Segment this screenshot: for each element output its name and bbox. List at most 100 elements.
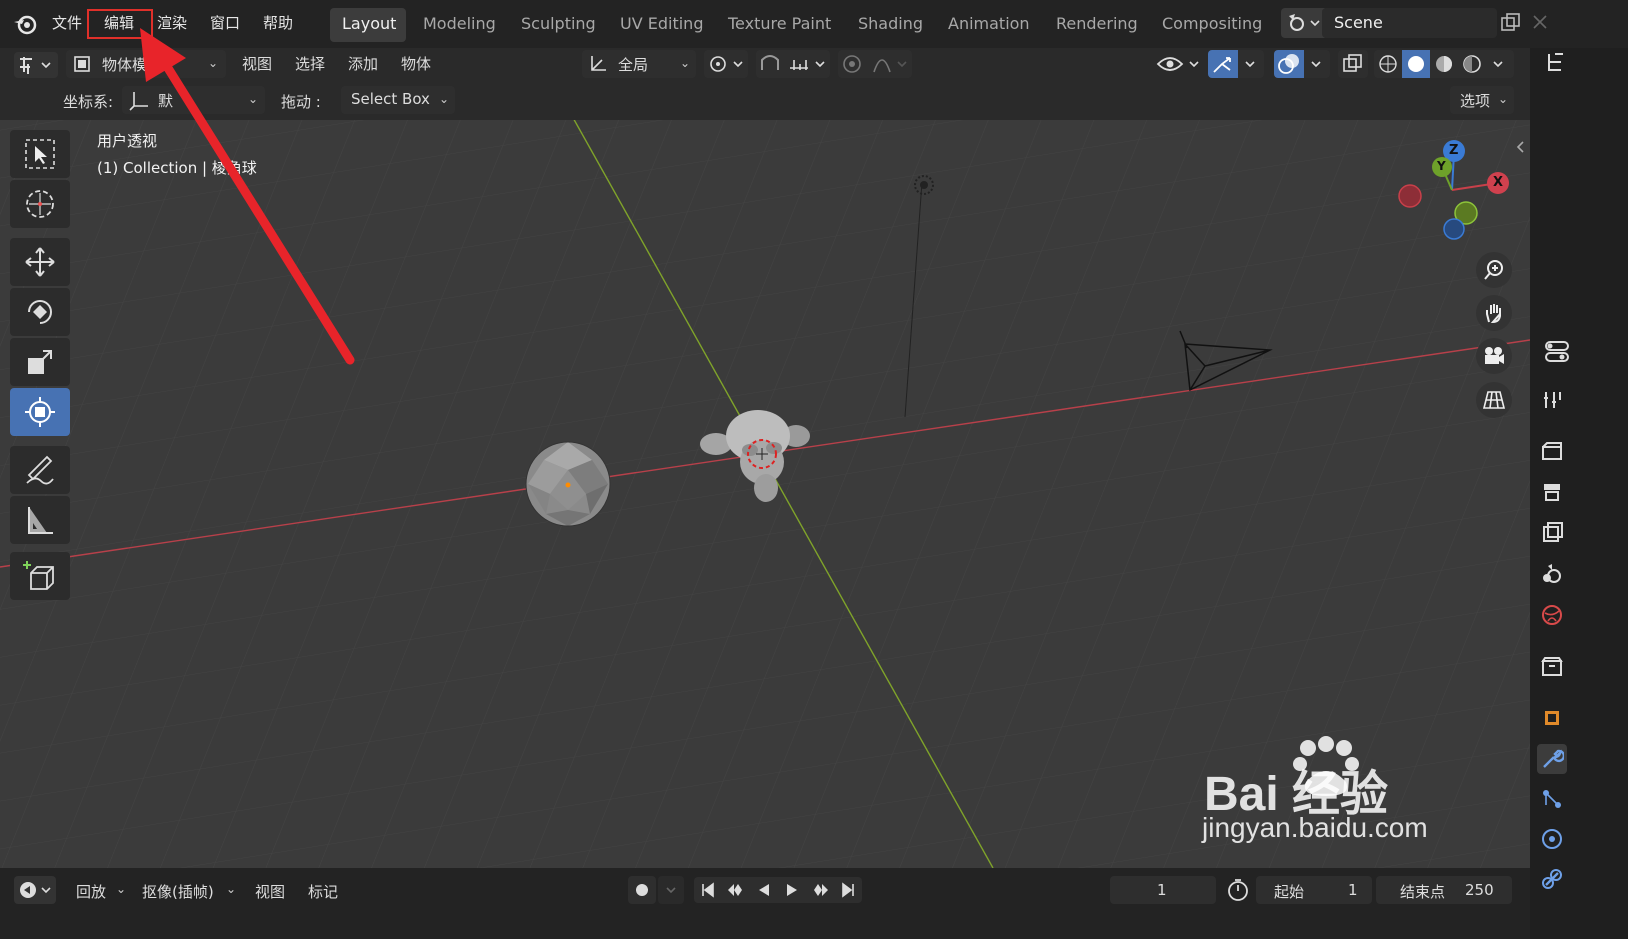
tab-texture-paint[interactable]: Texture Paint	[728, 14, 831, 33]
tab-rendering[interactable]: Rendering	[1056, 14, 1138, 33]
menu-render[interactable]: 渲染	[157, 12, 187, 33]
current-frame-field[interactable]: 1	[1110, 876, 1216, 904]
proportional-editing-icon[interactable]	[838, 50, 912, 78]
collection-properties-icon[interactable]	[1537, 652, 1567, 682]
gizmo-toggle-icon[interactable]	[1208, 50, 1238, 78]
menu-view[interactable]: 视图	[242, 53, 272, 74]
menu-file[interactable]: 文件	[52, 12, 82, 33]
scale-tool[interactable]	[10, 338, 70, 386]
object-properties-icon[interactable]	[1537, 703, 1567, 733]
menu-select[interactable]: 选择	[295, 53, 325, 74]
auto-keying-icon[interactable]	[628, 876, 656, 904]
options-dropdown[interactable]: 选项 ⌄	[1450, 86, 1514, 114]
stopwatch-icon[interactable]	[1224, 876, 1252, 904]
timeline-view-menu[interactable]: 视图	[255, 881, 285, 902]
shading-modes	[1374, 50, 1514, 78]
wireframe-shading-icon[interactable]	[1374, 50, 1402, 78]
render-properties-icon[interactable]	[1537, 436, 1567, 466]
navigation-gizmo[interactable]: X Z Y	[1392, 137, 1516, 245]
tab-modeling[interactable]: Modeling	[423, 14, 496, 33]
scene-selector-button[interactable]	[1281, 8, 1325, 38]
sidebar-toggle-icon[interactable]	[1515, 140, 1525, 154]
scene-name-field[interactable]: Scene	[1322, 8, 1497, 38]
next-keyframe-icon[interactable]	[806, 877, 834, 903]
keying-menu[interactable]: 抠像(插帧) ⌄	[134, 876, 242, 904]
move-tool[interactable]	[10, 238, 70, 286]
menu-edit[interactable]: 编辑	[104, 12, 134, 33]
world-properties-icon[interactable]	[1537, 600, 1567, 630]
zoom-icon[interactable]	[1476, 252, 1512, 288]
menu-object[interactable]: 物体	[401, 53, 431, 74]
end-frame-label: 结束点	[1400, 883, 1446, 901]
snap-icon[interactable]	[756, 50, 830, 78]
timeline-marker-menu[interactable]: 标记	[308, 881, 338, 902]
icosphere-object[interactable]	[524, 440, 612, 528]
blender-logo-icon[interactable]	[12, 12, 38, 36]
tab-shading[interactable]: Shading	[858, 14, 923, 33]
timeline-editor-icon[interactable]	[14, 876, 56, 904]
modifier-properties-icon[interactable]	[1537, 744, 1567, 774]
prev-keyframe-icon[interactable]	[722, 877, 750, 903]
menu-add[interactable]: 添加	[348, 53, 378, 74]
end-frame-field[interactable]: 结束点 250	[1376, 876, 1512, 904]
rendered-shading-icon[interactable]	[1458, 50, 1486, 78]
shading-dropdown-icon[interactable]	[1486, 50, 1514, 78]
menu-help[interactable]: 帮助	[263, 12, 293, 33]
tab-animation[interactable]: Animation	[948, 14, 1030, 33]
gizmo-dropdown-icon[interactable]	[1238, 50, 1264, 78]
add-cube-tool[interactable]	[10, 552, 70, 600]
scene-properties-icon[interactable]	[1537, 559, 1567, 589]
chevron-down-icon: ⌄	[116, 882, 127, 896]
monkey-object[interactable]	[700, 406, 812, 506]
new-scene-icon[interactable]	[1500, 12, 1522, 34]
play-icon[interactable]	[778, 877, 806, 903]
overlays-toggle-icon[interactable]	[1274, 50, 1304, 78]
playback-menu[interactable]: 回放 ⌄	[66, 876, 130, 904]
tab-uv-editing[interactable]: UV Editing	[620, 14, 703, 33]
measure-tool[interactable]	[10, 496, 70, 544]
drag-dropdown[interactable]: Select Box ⌄	[341, 86, 455, 114]
outliner-icon[interactable]	[1545, 50, 1567, 80]
view-layer-properties-icon[interactable]	[1537, 518, 1567, 548]
properties-toggle-icon[interactable]	[1540, 336, 1570, 366]
tool-properties-icon[interactable]	[1537, 385, 1567, 415]
keying-label: 抠像(插帧)	[142, 883, 214, 901]
menu-window[interactable]: 窗口	[210, 12, 240, 33]
jump-end-icon[interactable]	[834, 877, 862, 903]
visibility-icon[interactable]	[1152, 50, 1204, 78]
overlays-dropdown-icon[interactable]	[1304, 50, 1330, 78]
collection-info-label: (1) Collection | 棱角球	[97, 159, 257, 177]
close-icon[interactable]	[1530, 12, 1550, 32]
solid-shading-icon[interactable]	[1402, 50, 1430, 78]
annotate-tool[interactable]	[10, 446, 70, 494]
camera-view-icon[interactable]	[1476, 338, 1512, 374]
constraints-properties-icon[interactable]	[1537, 864, 1567, 894]
physics-properties-icon[interactable]	[1537, 824, 1567, 854]
xray-toggle-icon[interactable]	[1338, 50, 1368, 78]
start-frame-label: 起始	[1274, 883, 1305, 901]
perspective-toggle-icon[interactable]	[1476, 382, 1512, 418]
play-reverse-icon[interactable]	[750, 877, 778, 903]
keying-dropdown-icon[interactable]	[658, 876, 684, 904]
mode-dropdown[interactable]: 物体模 ⌄	[66, 50, 226, 78]
tab-layout[interactable]: Layout	[342, 14, 396, 33]
editor-type-icon[interactable]	[14, 52, 58, 78]
particles-properties-icon[interactable]	[1537, 784, 1567, 814]
output-properties-icon[interactable]	[1537, 477, 1567, 507]
cursor-tool[interactable]	[10, 180, 70, 228]
tab-compositing[interactable]: Compositing	[1162, 14, 1262, 33]
start-frame-field[interactable]: 起始 1	[1256, 876, 1372, 904]
pan-hand-icon[interactable]	[1476, 295, 1512, 331]
transform-orientation-dropdown[interactable]: 全局 ⌄	[582, 50, 696, 78]
pivot-point-icon[interactable]	[704, 50, 748, 78]
jump-start-icon[interactable]	[694, 877, 722, 903]
3d-viewport[interactable]: 用户透视 (1) Collection | 棱角球 X Z Y Bai 经验 j…	[0, 82, 1530, 868]
tab-sculpting[interactable]: Sculpting	[521, 14, 596, 33]
coord-system-dropdown[interactable]: 默 ⌄	[122, 86, 265, 114]
transform-tool[interactable]	[10, 388, 70, 436]
light-icon[interactable]	[911, 172, 937, 198]
rotate-tool[interactable]	[10, 288, 70, 336]
material-shading-icon[interactable]	[1430, 50, 1458, 78]
select-box-tool[interactable]	[10, 130, 70, 178]
camera-object[interactable]	[1175, 326, 1275, 394]
